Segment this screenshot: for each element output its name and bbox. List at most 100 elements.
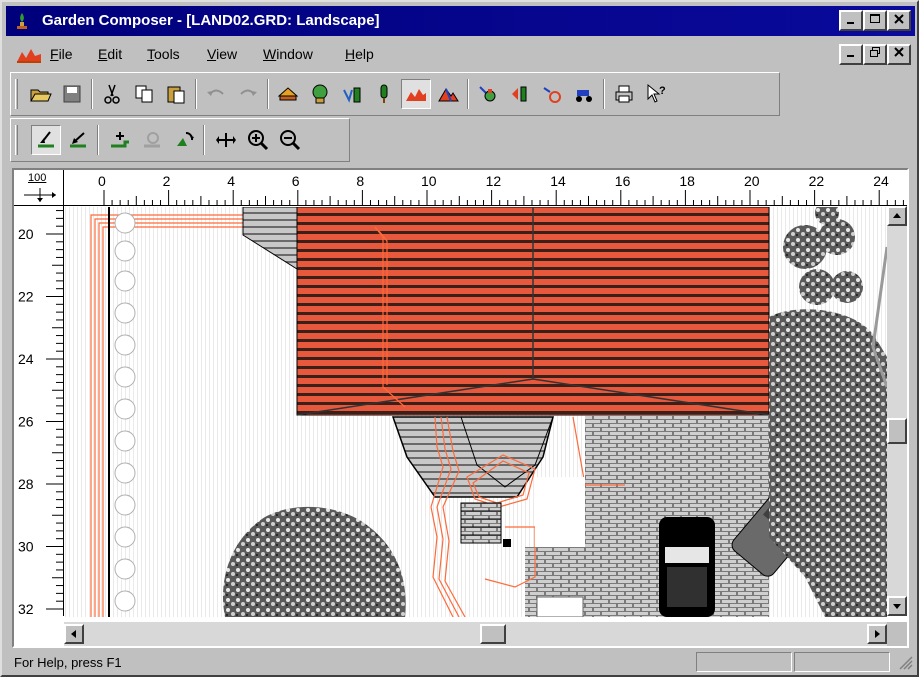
status-text: For Help, press F1 xyxy=(14,655,122,670)
tractor-button[interactable] xyxy=(569,79,599,109)
edit-toolbar xyxy=(10,118,350,162)
document-icon[interactable] xyxy=(16,44,42,64)
ruler-tick-label: 12 xyxy=(486,173,502,189)
scroll-corner xyxy=(887,622,907,646)
pan-button[interactable] xyxy=(211,125,241,155)
scroll-right-button[interactable] xyxy=(867,624,887,644)
landscape-drawing[interactable] xyxy=(65,207,887,617)
open-button[interactable] xyxy=(25,79,55,109)
arrow-down-icon xyxy=(893,604,901,609)
plant-add-button[interactable] xyxy=(473,79,503,109)
car-dark xyxy=(659,517,715,617)
ruler-tick-label: 32 xyxy=(18,601,34,616)
shrub-button[interactable] xyxy=(305,79,335,109)
doc-minimize-button[interactable] xyxy=(839,44,863,65)
minimize-icon xyxy=(847,22,854,24)
horizontal-scrollbar[interactable] xyxy=(64,622,887,646)
copy-icon xyxy=(135,85,153,103)
zoom-in-button[interactable] xyxy=(243,125,273,155)
maximize-icon xyxy=(870,14,880,23)
print-button[interactable] xyxy=(609,79,639,109)
vertical-ruler[interactable]: 20 22 24 26 28 30 32 xyxy=(14,206,64,617)
toolbar-separator xyxy=(97,125,99,155)
undo-icon xyxy=(207,89,224,96)
zoom-out-icon xyxy=(280,130,301,151)
terrain-icon xyxy=(406,89,426,101)
save-button[interactable] xyxy=(57,79,87,109)
minimize-button[interactable] xyxy=(839,10,863,31)
svg-text:?: ? xyxy=(659,85,666,97)
scroll-left-button[interactable] xyxy=(64,624,84,644)
status-panel-2 xyxy=(794,652,890,672)
doc-close-button[interactable] xyxy=(887,44,911,65)
redo-icon xyxy=(240,89,257,96)
menu-bar: File Edit Tools View Window Help xyxy=(6,38,915,70)
ruler-origin-icon xyxy=(24,188,56,202)
rotate-object-button[interactable] xyxy=(169,125,199,155)
doc-restore-button[interactable] xyxy=(863,44,887,65)
menu-tools[interactable]: Tools xyxy=(147,46,180,62)
title-bar[interactable]: Garden Composer - [LAND02.GRD: Landscape… xyxy=(6,6,915,36)
save-icon xyxy=(63,85,81,103)
add-point-button[interactable] xyxy=(105,125,135,155)
rotate-button[interactable] xyxy=(537,79,567,109)
restore-icon xyxy=(870,47,880,57)
select-draw-icon xyxy=(38,131,54,148)
plant-add-icon xyxy=(479,86,496,102)
paste-button[interactable] xyxy=(161,79,191,109)
menu-view[interactable]: View xyxy=(207,46,237,62)
arrow-left-icon xyxy=(71,630,76,638)
menu-file[interactable]: File xyxy=(50,46,73,62)
fence-icon xyxy=(343,87,361,103)
zoom-out-button[interactable] xyxy=(275,125,305,155)
toolbar-separator xyxy=(603,79,605,109)
app-icon[interactable] xyxy=(12,11,32,31)
move-plant-icon xyxy=(512,86,527,102)
ruler-tick-label: 6 xyxy=(292,173,300,189)
patio-gravel xyxy=(535,477,585,547)
toolbar-separator xyxy=(267,79,269,109)
tree-button[interactable] xyxy=(369,79,399,109)
maximize-button[interactable] xyxy=(863,10,887,31)
help-pointer-icon: ? xyxy=(647,83,666,103)
menu-edit[interactable]: Edit xyxy=(98,46,122,62)
fence-button[interactable] xyxy=(337,79,367,109)
ruler-corner[interactable]: 100 xyxy=(14,170,64,206)
menu-help[interactable]: Help xyxy=(345,46,374,62)
select-edit-icon xyxy=(70,132,86,148)
move-plant-button[interactable] xyxy=(505,79,535,109)
close-icon xyxy=(894,47,904,57)
copy-button[interactable] xyxy=(129,79,159,109)
rotate-icon xyxy=(543,87,561,103)
window-title: Garden Composer - [LAND02.GRD: Landscape… xyxy=(42,12,380,29)
ruler-tick-label: 30 xyxy=(18,539,34,555)
ruler-tick-label: 28 xyxy=(18,476,34,492)
scroll-up-button[interactable] xyxy=(887,206,907,226)
toolbar-grip[interactable] xyxy=(15,79,18,109)
horizontal-scroll-thumb[interactable] xyxy=(480,624,506,644)
vertical-scroll-thumb[interactable] xyxy=(887,418,907,444)
cut-button[interactable] xyxy=(97,79,127,109)
toolbar-grip[interactable] xyxy=(15,125,18,155)
pan-icon xyxy=(216,133,236,147)
status-bar: For Help, press F1 xyxy=(6,650,915,674)
select-edit-button[interactable] xyxy=(63,125,93,155)
resize-grip-icon[interactable] xyxy=(899,656,913,670)
terrain-button[interactable] xyxy=(401,79,431,109)
close-button[interactable] xyxy=(887,10,911,31)
vertical-scrollbar[interactable] xyxy=(887,206,907,616)
toolbar-separator xyxy=(91,79,93,109)
edit-point-button[interactable] xyxy=(137,125,167,155)
help-pointer-button[interactable]: ? xyxy=(641,79,671,109)
mountain-button[interactable] xyxy=(433,79,463,109)
select-draw-button[interactable] xyxy=(31,125,61,155)
undo-button[interactable] xyxy=(201,79,231,109)
arrow-right-icon xyxy=(875,630,880,638)
ruler-tick-label: 8 xyxy=(356,173,364,189)
menu-window[interactable]: Window xyxy=(263,46,313,62)
ruler-tick-label: 16 xyxy=(615,173,631,189)
building-button[interactable] xyxy=(273,79,303,109)
redo-button[interactable] xyxy=(233,79,263,109)
horizontal-ruler[interactable]: 0 2 4 6 8 10 12 14 16 18 20 22 24 xyxy=(64,170,907,206)
scroll-down-button[interactable] xyxy=(887,596,907,616)
